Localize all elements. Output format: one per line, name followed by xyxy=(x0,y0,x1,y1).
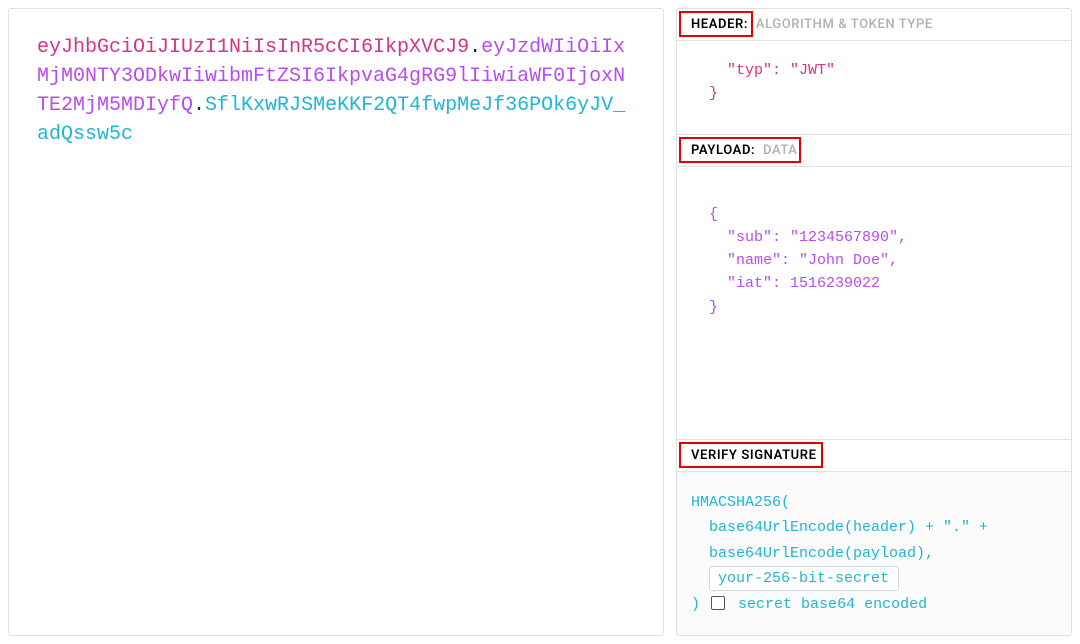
sig-secret-row xyxy=(691,566,1057,592)
section-title-signature: VERIFY SIGNATURE xyxy=(677,440,1071,472)
encoded-token-panel[interactable]: eyJhbGciOiJIUzI1NiIsInR5cCI6IkpXVCJ9.eyJ… xyxy=(8,8,664,636)
token-dot: . xyxy=(469,36,481,59)
sig-line-1: HMACSHA256( xyxy=(691,490,1057,516)
base64-checkbox[interactable] xyxy=(711,596,725,610)
header-subtitle-label: ALGORITHM & TOKEN TYPE xyxy=(756,17,933,32)
sig-line-3: base64UrlEncode(payload), xyxy=(691,541,1057,567)
signature-title-label: VERIFY SIGNATURE xyxy=(691,448,817,463)
token-header-segment: eyJhbGciOiJIUzI1NiIsInR5cCI6IkpXVCJ9 xyxy=(37,36,469,59)
signature-body: HMACSHA256( base64UrlEncode(header) + ".… xyxy=(677,472,1071,636)
payload-json-body[interactable]: { "sub": "1234567890", "name": "John Doe… xyxy=(677,167,1071,440)
payload-subtitle-label: DATA xyxy=(763,143,798,158)
payload-title-label: PAYLOAD: xyxy=(691,143,755,158)
section-title-payload: PAYLOAD: DATA xyxy=(677,135,1071,167)
sig-close-paren: ) xyxy=(691,596,700,613)
section-title-header: HEADER: ALGORITHM & TOKEN TYPE xyxy=(677,9,1071,41)
header-json-body[interactable]: "typ": "JWT" } xyxy=(677,41,1071,135)
token-dot: . xyxy=(193,94,205,117)
decoded-column: HEADER: ALGORITHM & TOKEN TYPE "typ": "J… xyxy=(676,8,1072,636)
sig-close-row: ) secret base64 encoded xyxy=(691,592,1057,618)
header-title-label: HEADER: xyxy=(691,17,748,32)
sig-line-2: base64UrlEncode(header) + "." + xyxy=(691,515,1057,541)
secret-input[interactable] xyxy=(709,566,899,591)
base64-checkbox-label: secret base64 encoded xyxy=(738,596,927,613)
